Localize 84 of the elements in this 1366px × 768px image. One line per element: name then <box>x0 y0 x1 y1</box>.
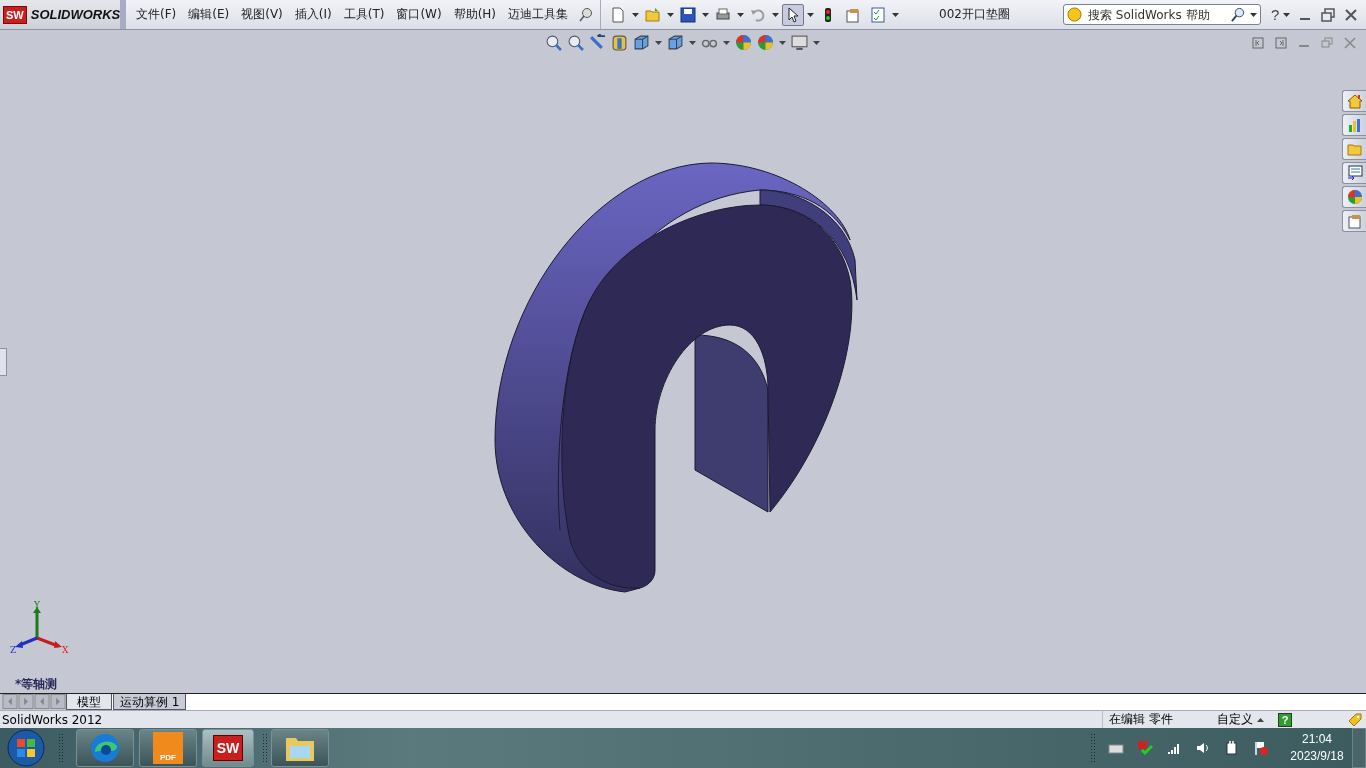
close-icon[interactable] <box>1343 6 1360 23</box>
start-button[interactable] <box>6 728 46 768</box>
search-icon[interactable] <box>1231 7 1247 22</box>
help-bubble-icon <box>1067 7 1083 22</box>
menu-item[interactable]: 视图(V) <box>235 6 289 23</box>
caret-icon[interactable] <box>689 40 696 45</box>
menu-item[interactable]: 插入(I) <box>288 6 338 23</box>
list-icon <box>1346 165 1363 181</box>
clipboard-icon[interactable] <box>845 6 862 23</box>
cube-icon: SW <box>212 735 244 761</box>
axis-label: Z <box>10 645 17 655</box>
power-plug-icon[interactable] <box>1224 740 1240 756</box>
display-style-icon[interactable] <box>667 34 684 51</box>
caret-icon[interactable] <box>772 12 780 17</box>
caret-icon[interactable] <box>892 12 900 17</box>
search-field[interactable]: 搜索 SolidWorks 帮助 <box>1063 4 1262 25</box>
clock-date: 2023/9/18 <box>1290 748 1344 765</box>
caret-icon[interactable] <box>723 40 730 45</box>
help-button[interactable]: ? <box>1267 6 1284 23</box>
task-pane-tab[interactable] <box>1342 138 1366 160</box>
section-view-icon[interactable] <box>611 34 628 51</box>
caret-icon[interactable] <box>655 40 662 45</box>
zoom-area-icon[interactable] <box>567 34 584 51</box>
home-icon <box>1346 93 1363 109</box>
axis-label: Y <box>34 600 40 610</box>
menu-item[interactable]: 窗口(W) <box>390 6 448 23</box>
units-menu[interactable]: 自定义 <box>1213 711 1257 728</box>
speaker-icon[interactable] <box>1195 740 1211 756</box>
caret-icon[interactable] <box>1283 12 1291 17</box>
clipboard-icon <box>1346 213 1363 229</box>
tag-icon[interactable] <box>1347 711 1363 728</box>
zoom-fit-icon[interactable] <box>545 34 562 51</box>
scene-icon[interactable] <box>757 34 774 51</box>
menu-item[interactable]: 编辑(E) <box>182 6 236 23</box>
previous-view-icon[interactable] <box>589 34 606 51</box>
appearance-icon[interactable] <box>735 34 752 51</box>
caret-icon[interactable] <box>779 40 786 45</box>
save-icon[interactable] <box>680 6 697 23</box>
restore-icon[interactable] <box>1320 6 1337 23</box>
axis-label: X <box>62 645 69 655</box>
pdf-icon: PDF <box>153 732 183 764</box>
menu-item[interactable]: 工具(T) <box>337 6 391 23</box>
view-orientation-icon[interactable] <box>633 34 650 51</box>
logo-text: SOLIDWORKS <box>30 7 121 22</box>
checklist-icon[interactable] <box>870 6 887 23</box>
task-pane-tab[interactable] <box>1342 114 1366 136</box>
caret-icon[interactable] <box>1257 717 1264 722</box>
menu-item[interactable]: 迈迪工具集 <box>502 6 575 23</box>
panel-right-icon[interactable] <box>1275 37 1287 49</box>
tab[interactable]: 模型 <box>66 694 112 710</box>
caret-icon[interactable] <box>632 12 640 17</box>
swirl-icon <box>89 732 121 764</box>
ball-icon <box>1346 189 1363 205</box>
menu-item[interactable]: 文件(F) <box>130 6 183 23</box>
menu-item[interactable]: 帮助(H) <box>447 6 503 23</box>
view-name: *等轴测 <box>15 676 58 693</box>
taskbar-app[interactable]: SW <box>202 729 254 767</box>
task-pane-tab[interactable] <box>1342 162 1366 184</box>
new-document-icon[interactable] <box>610 6 627 23</box>
flag-icon[interactable] <box>1253 740 1269 756</box>
logo-mark: SW <box>3 5 27 24</box>
caret-icon[interactable] <box>702 12 710 17</box>
taskbar-app[interactable] <box>76 729 134 767</box>
bar-chart-icon <box>1346 117 1363 133</box>
caret-icon[interactable] <box>813 40 820 45</box>
check-icon[interactable] <box>1137 740 1153 756</box>
clock-time: 21:04 <box>1302 731 1332 748</box>
panel-left-icon[interactable] <box>1252 37 1264 49</box>
tab[interactable]: 运动算例 1 <box>113 694 187 710</box>
caret-icon[interactable] <box>807 12 815 17</box>
caret-icon[interactable] <box>737 12 745 17</box>
status-text: SolidWorks 2012 <box>1 712 104 727</box>
folder-icon <box>1346 141 1363 157</box>
task-pane-tab[interactable] <box>1342 90 1366 112</box>
printer-icon[interactable] <box>715 6 732 23</box>
taskbar-app[interactable] <box>271 729 329 767</box>
axis-triad-drawing <box>15 607 62 648</box>
monitor-icon[interactable] <box>791 34 808 51</box>
document-title: 002开口垫圈 <box>939 6 1011 23</box>
task-pane-tab[interactable] <box>1342 186 1366 208</box>
task-pane-tab[interactable] <box>1342 210 1366 232</box>
caret-icon[interactable] <box>1250 12 1258 17</box>
caret-icon[interactable] <box>667 12 675 17</box>
folder-icon[interactable] <box>645 6 662 23</box>
